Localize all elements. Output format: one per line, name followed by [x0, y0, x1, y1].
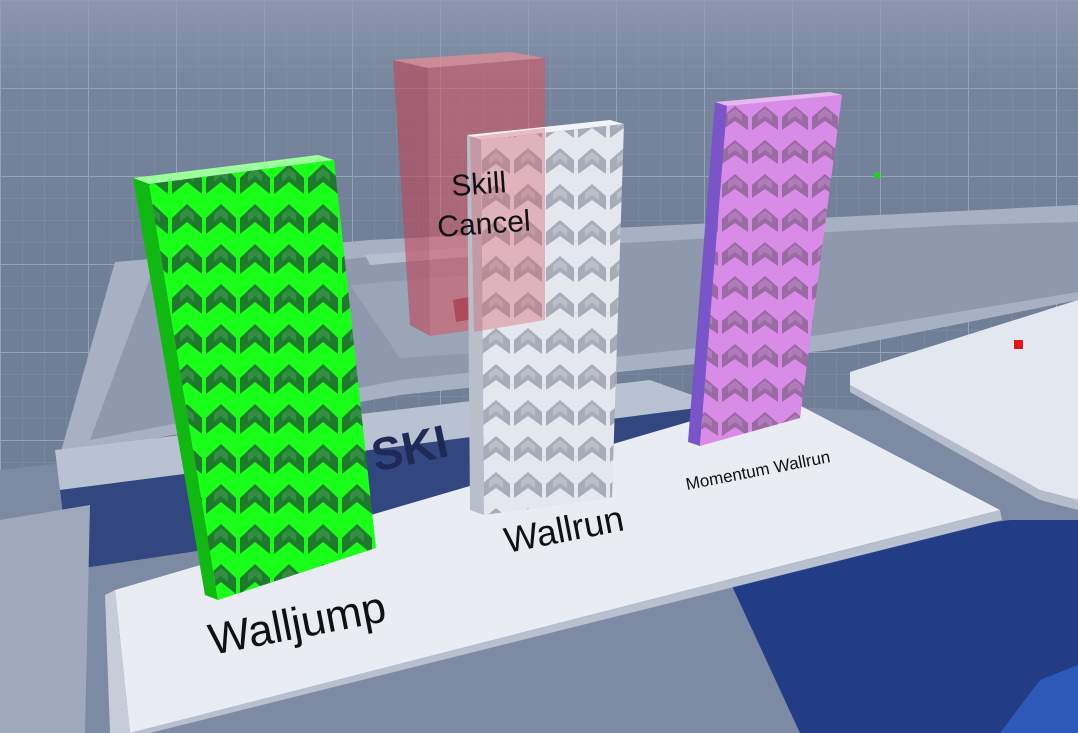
skill-cancel-label-line2: Cancel — [436, 205, 531, 244]
green-marker — [874, 172, 880, 178]
scene-render: SKI Walljump Wallrun Momentum Wallrun Sk… — [0, 0, 1078, 733]
left-walkway — [0, 505, 90, 733]
red-marker — [1014, 340, 1023, 349]
skill-cancel-label-line1: Skill — [450, 166, 507, 203]
game-viewport[interactable]: SKI Walljump Wallrun Momentum Wallrun Sk… — [0, 0, 1078, 733]
